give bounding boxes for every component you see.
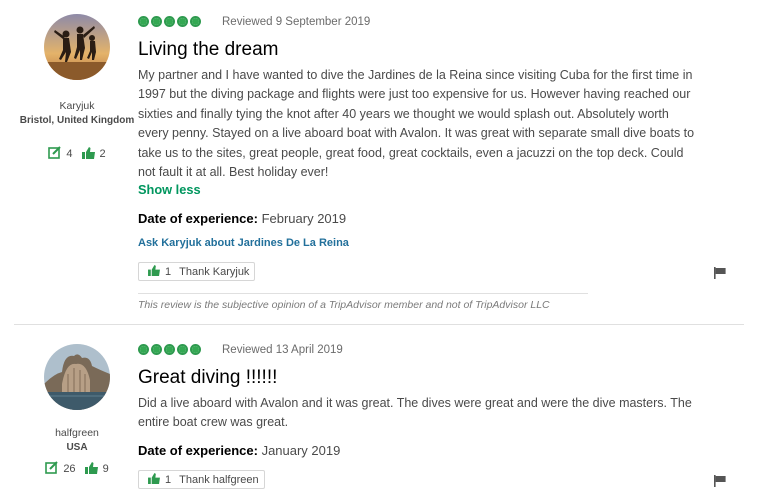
username[interactable]: Karyjuk — [14, 100, 140, 112]
thumbs-up-icon — [148, 472, 160, 487]
review-card: halfgreen USA 26 9 Reviewed 13 April 201… — [0, 326, 768, 492]
contribution-count: 26 — [63, 463, 76, 475]
thank-count: 1 — [165, 473, 172, 486]
avatar[interactable] — [44, 344, 110, 410]
ask-reviewer-link[interactable]: Ask Karyjuk about Jardines De La Reina — [138, 237, 349, 249]
review-text: My partner and I have wanted to dive the… — [138, 68, 695, 180]
rating-bubble-icon — [151, 16, 162, 27]
date-of-experience-label: Date of experience: — [138, 211, 258, 226]
user-stats: 26 9 — [14, 461, 140, 477]
rating-bubble-icon — [164, 16, 175, 27]
user-location: Bristol, United Kingdom — [19, 115, 135, 126]
thank-label: Thank halfgreen — [179, 473, 259, 486]
flag-icon[interactable] — [714, 266, 726, 284]
thumbs-up-icon — [81, 146, 95, 162]
rating-bubbles — [138, 16, 203, 27]
rating-bubble-icon — [138, 344, 149, 355]
date-of-experience: Date of experience: January 2019 — [138, 443, 340, 458]
review-title[interactable]: Living the dream — [138, 39, 278, 61]
helpful-vote-count: 2 — [99, 148, 106, 160]
rating-bubble-icon — [177, 16, 188, 27]
pencil-contribution-icon — [48, 146, 62, 162]
review-disclaimer: This review is the subjective opinion of… — [138, 293, 588, 311]
rating-bubble-icon — [177, 344, 188, 355]
rating-bubble-icon — [151, 344, 162, 355]
rating-bubble-icon — [190, 16, 201, 27]
review-title[interactable]: Great diving !!!!!! — [138, 367, 277, 389]
rating-bubble-icon — [190, 344, 201, 355]
review-card: Karyjuk Bristol, United Kingdom 4 2 Revi… — [0, 0, 768, 324]
date-of-experience-label: Date of experience: — [138, 443, 258, 458]
date-of-experience: Date of experience: February 2019 — [138, 211, 346, 226]
thank-button[interactable]: 1 Thank Karyjuk — [138, 262, 256, 281]
review-divider — [14, 324, 744, 325]
rating-bubble-icon — [164, 344, 175, 355]
review-date: Reviewed 9 September 2019 — [222, 16, 371, 28]
review-text: Did a live aboard with Avalon and it was… — [138, 396, 692, 430]
pencil-contribution-icon — [45, 461, 59, 477]
avatar[interactable] — [44, 14, 110, 80]
user-stats: 4 2 — [14, 146, 140, 162]
review-date: Reviewed 13 April 2019 — [222, 344, 343, 356]
thumbs-up-icon — [84, 461, 98, 477]
rating-bubbles — [138, 344, 203, 355]
flag-icon[interactable] — [714, 474, 726, 492]
username[interactable]: halfgreen — [14, 427, 140, 439]
thank-label: Thank Karyjuk — [179, 265, 250, 278]
thank-button[interactable]: 1 Thank halfgreen — [138, 470, 265, 489]
show-less-link[interactable]: Show less — [138, 182, 201, 197]
helpful-vote-count: 9 — [102, 463, 109, 475]
contribution-count: 4 — [66, 148, 73, 160]
rating-bubble-icon — [138, 16, 149, 27]
date-of-experience-value: February 2019 — [261, 211, 347, 226]
thumbs-up-icon — [148, 264, 160, 279]
date-of-experience-value: January 2019 — [261, 443, 341, 458]
user-location: USA — [66, 442, 88, 453]
thank-count: 1 — [165, 265, 172, 278]
